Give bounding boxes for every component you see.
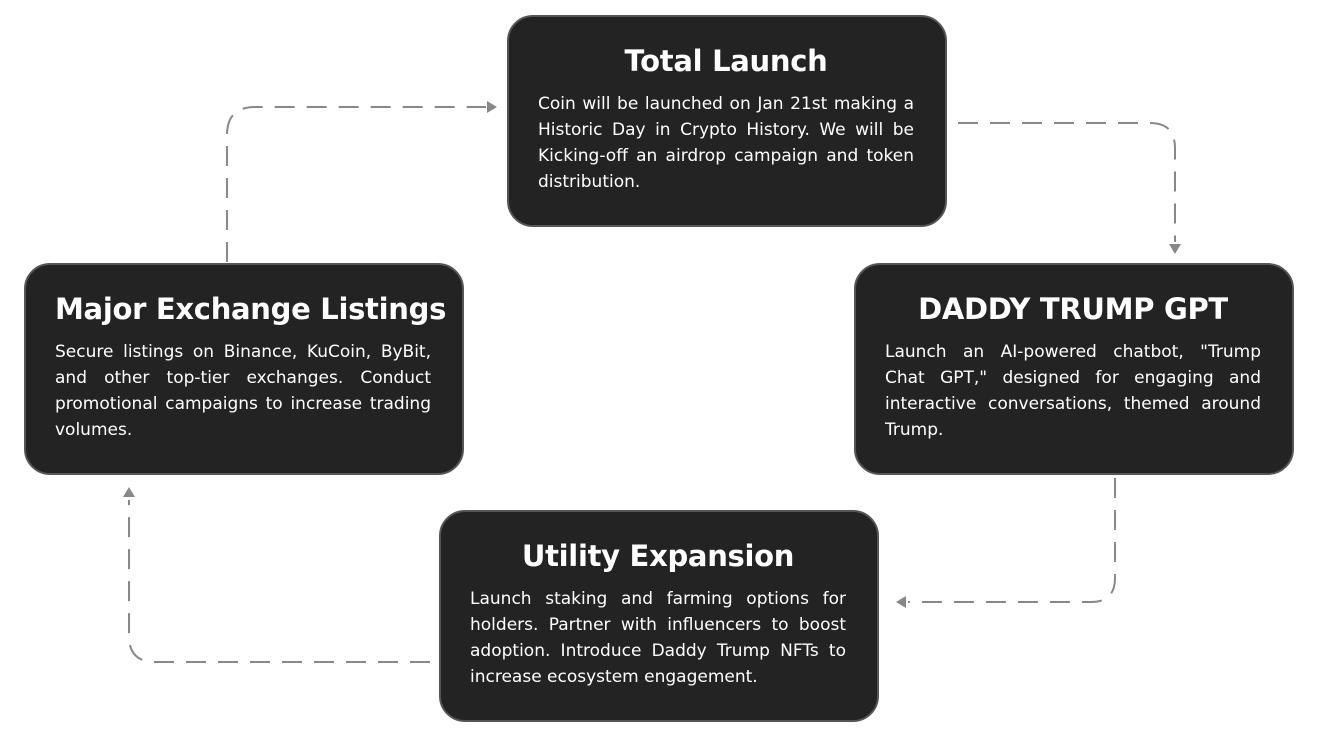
arrowhead-down-icon [1169,244,1181,254]
card-title: Total Launch [624,44,828,78]
connector-utility-to-listings [128,500,430,663]
card-daddy-trump-gpt: DADDY TRUMP GPT Launch an AI-powered cha… [854,263,1294,475]
card-description: Coin will be launched on Jan 21st making… [538,94,914,192]
arrowhead-right-icon [487,101,497,113]
card-title: DADDY TRUMP GPT [918,292,1228,326]
card-title: Major Exchange Listings [55,292,447,326]
card-description: Secure listings on Binance, KuCoin, ByBi… [55,342,431,440]
connector-launch-to-gpt [958,122,1176,242]
card-total-launch: Total Launch Coin will be launched on Ja… [507,15,947,227]
connector-listings-to-launch [226,106,486,262]
connector-gpt-to-utility [908,478,1116,603]
card-description: Launch staking and farming options for h… [470,589,846,687]
arrowhead-left-icon [896,596,906,608]
card-description: Launch an AI-powered chatbot, "Trump Cha… [885,342,1261,440]
card-major-exchange-listings: Major Exchange Listings Secure listings … [24,263,464,475]
card-utility-expansion: Utility Expansion Launch staking and far… [439,510,879,722]
card-title: Utility Expansion [521,539,795,573]
arrowhead-up-icon [123,487,135,497]
